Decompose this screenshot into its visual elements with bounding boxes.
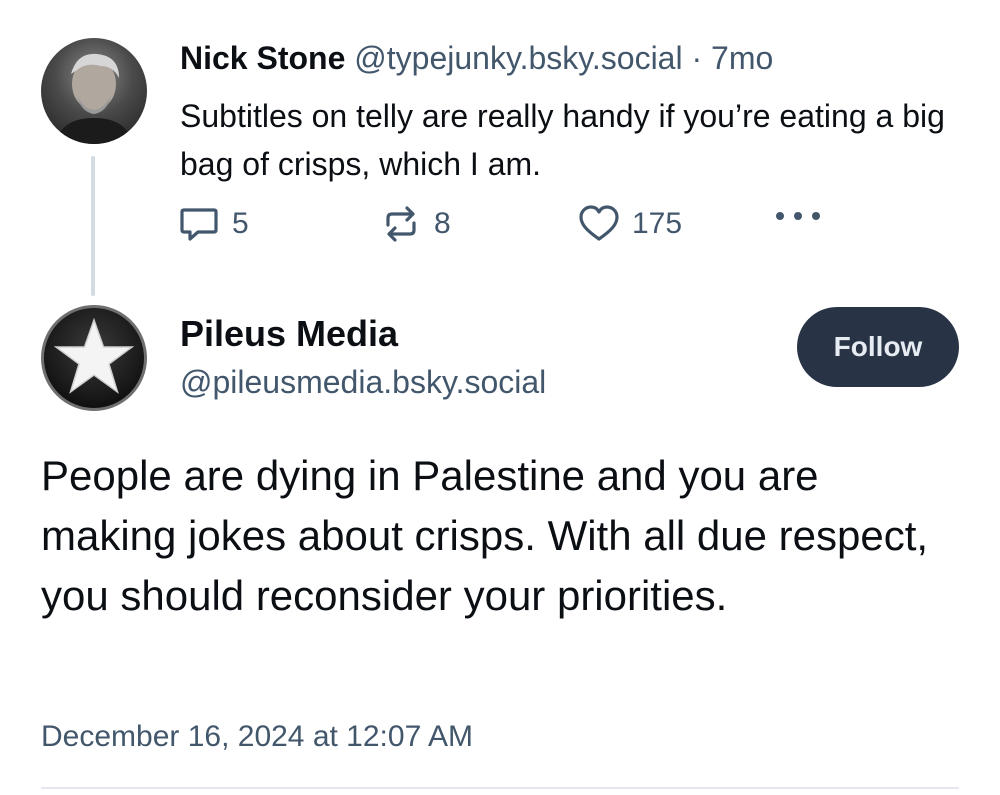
like-count: 175 xyxy=(632,207,683,240)
main-author-name[interactable]: Pileus Media xyxy=(180,312,398,356)
post-timestamp: December 16, 2024 at 12:07 AM xyxy=(41,720,473,753)
star-icon xyxy=(53,317,135,394)
main-author-avatar[interactable] xyxy=(41,305,147,411)
more-options-button[interactable] xyxy=(774,209,822,223)
parent-author-avatar[interactable] xyxy=(41,38,147,144)
repost-count: 8 xyxy=(434,207,451,240)
parent-post-header: Nick Stone @typejunky.bsky.social · 7mo xyxy=(180,38,773,78)
portrait-image xyxy=(55,53,133,144)
parent-author-name[interactable]: Nick Stone xyxy=(180,40,345,76)
reply-bubble-icon xyxy=(180,208,218,241)
follow-button[interactable]: Follow xyxy=(797,307,959,387)
header-separator: · xyxy=(691,40,703,76)
more-dots-icon xyxy=(776,212,820,220)
parent-post-text: Subtitles on telly are really handy if y… xyxy=(180,98,945,182)
post-divider xyxy=(41,787,959,789)
parent-post-actions: 5 8 175 xyxy=(178,203,838,251)
parent-post-age[interactable]: 7mo xyxy=(711,40,773,76)
main-post-text: People are dying in Palestine and you ar… xyxy=(41,452,929,619)
like-button[interactable]: 175 xyxy=(578,203,682,245)
reply-count: 5 xyxy=(232,207,249,240)
repost-arrows-icon xyxy=(386,206,416,242)
reply-button[interactable]: 5 xyxy=(178,203,249,245)
main-author-handle[interactable]: @pileusmedia.bsky.social xyxy=(180,362,546,402)
heart-icon xyxy=(579,205,619,241)
repost-button[interactable]: 8 xyxy=(380,203,451,245)
thread-connector-line xyxy=(91,156,95,296)
parent-author-handle[interactable]: @typejunky.bsky.social xyxy=(354,40,682,76)
